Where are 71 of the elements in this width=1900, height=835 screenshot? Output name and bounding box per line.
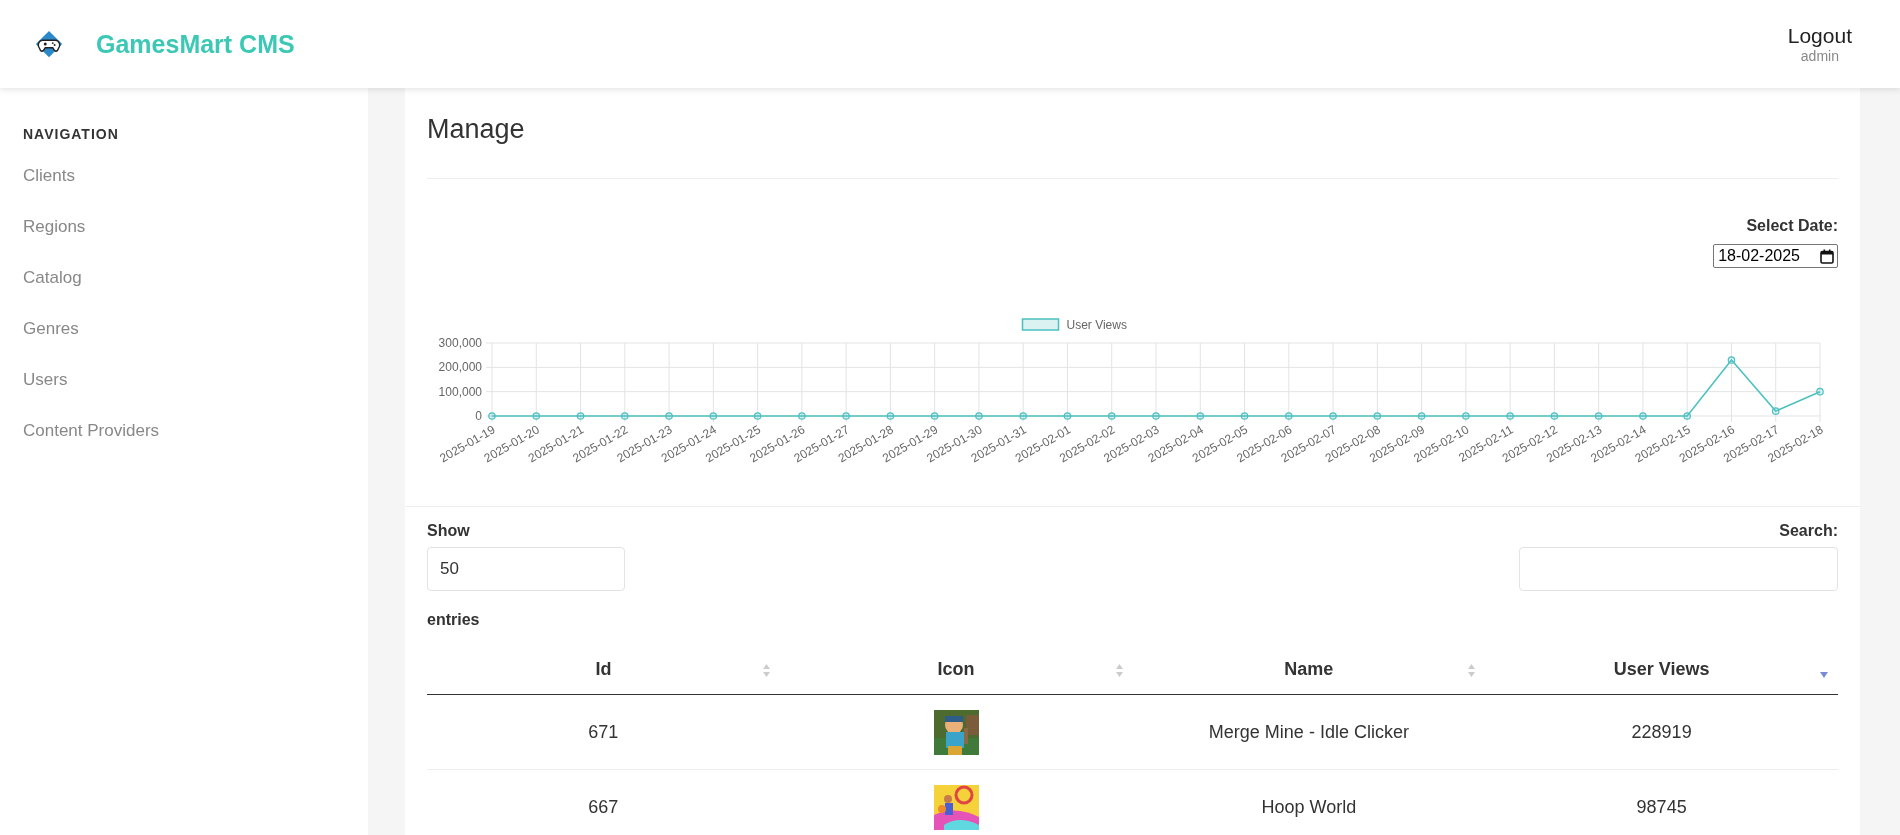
- data-point: [1462, 412, 1470, 420]
- data-point: [665, 412, 673, 420]
- column-header[interactable]: Id: [427, 647, 780, 695]
- sort-icon[interactable]: [762, 664, 770, 677]
- page-title: Manage: [427, 114, 526, 145]
- column-header[interactable]: Icon: [779, 647, 1133, 695]
- data-point: [709, 412, 718, 420]
- legend-label: User Views: [1066, 318, 1127, 332]
- y-axis-label: 0: [475, 409, 482, 423]
- nav-link[interactable]: Content Providers: [23, 421, 160, 441]
- data-point: [1196, 412, 1205, 420]
- data-point: [1019, 412, 1027, 420]
- table-cell: Merge Mine - Idle Clicker: [1132, 694, 1486, 770]
- date-field[interactable]: 18-02-2025: [1713, 244, 1838, 268]
- data-point: [1152, 412, 1160, 420]
- table-cell: 98745: [1485, 769, 1838, 835]
- app-title: GamesMart CMS: [96, 29, 295, 59]
- gamepad-logo-icon: [34, 29, 64, 59]
- sort-descending-icon[interactable]: [1820, 672, 1828, 678]
- data-point: [1373, 412, 1382, 420]
- data-point: [621, 412, 629, 420]
- nav-link[interactable]: Genres: [23, 319, 79, 339]
- data-point: [1771, 407, 1780, 415]
- data-point: [930, 412, 939, 420]
- y-axis-label: 200,000: [438, 360, 482, 375]
- data-point: [488, 412, 496, 420]
- search-field[interactable]: [1519, 547, 1838, 591]
- data-point: [753, 412, 762, 420]
- data-point: [1550, 412, 1559, 420]
- data-point: [975, 412, 983, 420]
- data-point: [1816, 387, 1824, 396]
- table-cell: 228919: [1485, 694, 1838, 770]
- data-point: [798, 412, 806, 420]
- username: admin: [1800, 48, 1839, 64]
- nav-link[interactable]: Users: [23, 370, 68, 390]
- data-point: [532, 412, 541, 420]
- y-axis-label: 100,000: [438, 384, 482, 399]
- column-header[interactable]: Name: [1132, 647, 1486, 695]
- data-point: [1417, 412, 1426, 420]
- table-cell: Hoop World: [1132, 769, 1486, 835]
- show-label: Show: [427, 522, 471, 540]
- date-label: Select Date:: [1746, 217, 1838, 235]
- data-point: [1683, 412, 1691, 420]
- entries-label: entries: [427, 611, 481, 629]
- data-point: [1594, 412, 1603, 420]
- nav-heading: NAVIGATION: [23, 126, 119, 142]
- nav-link[interactable]: Catalog: [23, 268, 82, 288]
- data-point: [1063, 412, 1072, 420]
- data-point: [1329, 412, 1337, 420]
- sort-icon[interactable]: [1468, 664, 1476, 677]
- chart-legend[interactable]: User Views: [1021, 318, 1127, 332]
- data-point: [886, 412, 895, 420]
- data-point: [842, 412, 850, 420]
- sort-icon[interactable]: [1115, 664, 1123, 677]
- nav-link[interactable]: Clients: [23, 166, 75, 186]
- page-size-field[interactable]: 50: [427, 547, 625, 591]
- data-point: [576, 412, 585, 420]
- data-point: [1107, 412, 1116, 420]
- column-header[interactable]: User Views: [1485, 647, 1838, 695]
- data-point: [1727, 356, 1736, 364]
- data-point: [1285, 412, 1293, 420]
- data-point: [1506, 412, 1514, 420]
- nav-link[interactable]: Regions: [23, 217, 86, 237]
- y-axis-label: 300,000: [438, 336, 482, 350]
- search-label: Search:: [1779, 522, 1838, 540]
- table-cell: 667: [427, 769, 780, 835]
- logout-link[interactable]: Logout: [1787, 24, 1852, 48]
- data-point: [1240, 412, 1249, 420]
- data-point: [1639, 412, 1647, 420]
- table-cell: 671: [427, 694, 780, 770]
- calendar-icon[interactable]: [1820, 248, 1834, 264]
